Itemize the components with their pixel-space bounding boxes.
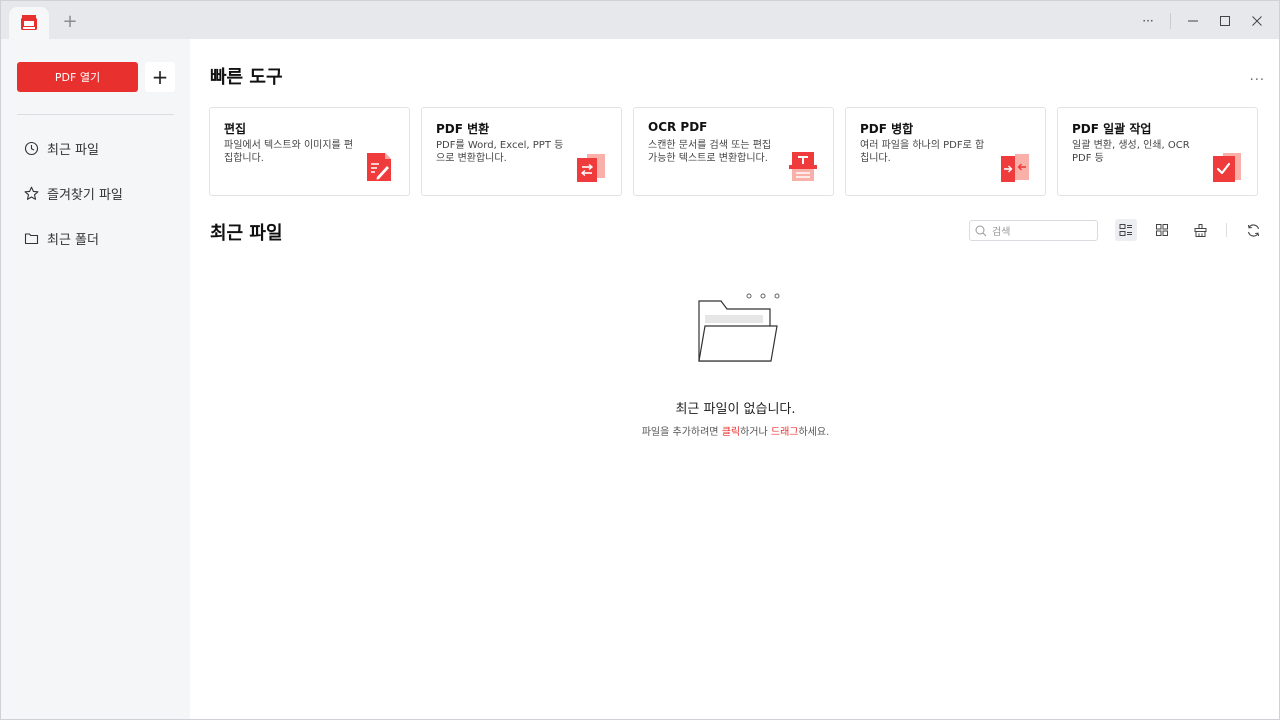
grid-view-icon bbox=[1156, 224, 1168, 236]
batch-icon bbox=[1213, 153, 1241, 182]
app-window: + ··· PDF 열기 + 최근 파일 즐겨찾기 파일 최근 폴더 빠른 도구… bbox=[0, 0, 1280, 720]
empty-sub-text: 하세요. bbox=[798, 427, 830, 438]
search-input[interactable]: 검색 bbox=[969, 220, 1098, 241]
add-button[interactable]: + bbox=[145, 62, 175, 92]
more-options-button[interactable]: ··· bbox=[1132, 9, 1164, 33]
card-title: 편집 bbox=[224, 122, 247, 136]
new-tab-button[interactable]: + bbox=[59, 11, 81, 33]
empty-sub-text: 하거나 bbox=[740, 427, 771, 438]
sidebar: PDF 열기 + 최근 파일 즐겨찾기 파일 최근 폴더 bbox=[1, 39, 190, 719]
main-content: 빠른 도구 ··· 편집 파일에서 텍스트와 이미지를 편집합니다. PDF 변… bbox=[190, 39, 1279, 719]
close-button[interactable] bbox=[1241, 9, 1273, 33]
empty-sub-text: 파일을 추가하려면 bbox=[641, 427, 722, 438]
title-bar: + ··· bbox=[1, 1, 1279, 39]
merge-icon bbox=[1001, 154, 1029, 182]
open-pdf-button[interactable]: PDF 열기 bbox=[17, 62, 138, 92]
edit-icon bbox=[367, 153, 391, 181]
refresh-icon bbox=[1247, 223, 1259, 237]
card-title: OCR PDF bbox=[648, 120, 708, 134]
folder-icon bbox=[23, 230, 39, 246]
tool-card-ocr[interactable]: OCR PDF 스캔한 문서를 검색 또는 편집 가능한 텍스트로 변환합니다. bbox=[633, 107, 834, 196]
tool-card-batch[interactable]: PDF 일괄 작업 일괄 변환, 생성, 인쇄, OCR PDF 등 bbox=[1057, 107, 1258, 196]
card-title: PDF 변환 bbox=[436, 122, 490, 136]
broom-icon bbox=[1194, 223, 1206, 237]
card-description: 여러 파일을 하나의 PDF로 합칩니다. bbox=[860, 140, 985, 164]
click-link[interactable]: 클릭 bbox=[722, 427, 740, 438]
card-description: PDF를 Word, Excel, PPT 등으로 변환합니다. bbox=[436, 140, 564, 164]
list-view-button[interactable] bbox=[1115, 219, 1137, 241]
sidebar-item-recent-folders[interactable]: 최근 폴더 bbox=[23, 228, 99, 248]
quick-tools-more-button[interactable]: ··· bbox=[1250, 73, 1265, 88]
toolbar-divider bbox=[1226, 223, 1227, 237]
clear-history-button[interactable] bbox=[1189, 219, 1211, 241]
tab-home[interactable] bbox=[9, 7, 49, 39]
maximize-button[interactable] bbox=[1209, 9, 1241, 33]
quick-tools-title: 빠른 도구 bbox=[210, 67, 283, 88]
search-placeholder: 검색 bbox=[992, 227, 1011, 238]
card-title: PDF 일괄 작업 bbox=[1072, 122, 1152, 136]
sidebar-divider bbox=[17, 114, 174, 115]
app-logo-icon bbox=[21, 15, 37, 30]
tool-card-edit[interactable]: 편집 파일에서 텍스트와 이미지를 편집합니다. bbox=[209, 107, 410, 196]
sidebar-item-favorites[interactable]: 즐겨찾기 파일 bbox=[23, 183, 123, 203]
close-icon bbox=[1252, 16, 1262, 26]
card-title: PDF 병합 bbox=[860, 122, 914, 136]
recent-files-title: 최근 파일 bbox=[210, 223, 283, 244]
sidebar-item-recent-files[interactable]: 최근 파일 bbox=[23, 138, 99, 158]
card-description: 스캔한 문서를 검색 또는 편집 가능한 텍스트로 변환합니다. bbox=[648, 140, 772, 164]
search-icon bbox=[975, 225, 987, 236]
star-icon bbox=[23, 185, 39, 201]
grid-view-button[interactable] bbox=[1151, 219, 1173, 241]
convert-icon bbox=[577, 154, 605, 182]
tool-card-convert[interactable]: PDF 변환 PDF를 Word, Excel, PPT 등으로 변환합니다. bbox=[421, 107, 622, 196]
sidebar-item-label: 최근 폴더 bbox=[47, 232, 99, 248]
list-view-icon bbox=[1119, 224, 1132, 236]
tool-card-merge[interactable]: PDF 병합 여러 파일을 하나의 PDF로 합칩니다. bbox=[845, 107, 1046, 196]
empty-state-subtitle: 파일을 추가하려면 클릭하거나 드래그하세요. bbox=[190, 423, 1279, 438]
minimize-icon bbox=[1188, 20, 1198, 22]
card-description: 일괄 변환, 생성, 인쇄, OCR PDF 등 bbox=[1072, 140, 1190, 164]
sidebar-item-label: 즐겨찾기 파일 bbox=[47, 187, 123, 203]
empty-state-title: 최근 파일이 없습니다. bbox=[675, 402, 796, 417]
ocr-icon bbox=[789, 152, 817, 181]
divider bbox=[1170, 13, 1171, 29]
maximize-icon bbox=[1220, 16, 1230, 26]
sidebar-item-label: 최근 파일 bbox=[47, 142, 99, 158]
window-controls: ··· bbox=[1132, 9, 1273, 33]
refresh-button[interactable] bbox=[1242, 219, 1264, 241]
clock-icon bbox=[23, 140, 39, 156]
drag-link[interactable]: 드래그 bbox=[771, 427, 799, 438]
card-description: 파일에서 텍스트와 이미지를 편집합니다. bbox=[224, 140, 354, 164]
empty-folder-icon bbox=[698, 293, 780, 362]
minimize-button[interactable] bbox=[1177, 9, 1209, 33]
